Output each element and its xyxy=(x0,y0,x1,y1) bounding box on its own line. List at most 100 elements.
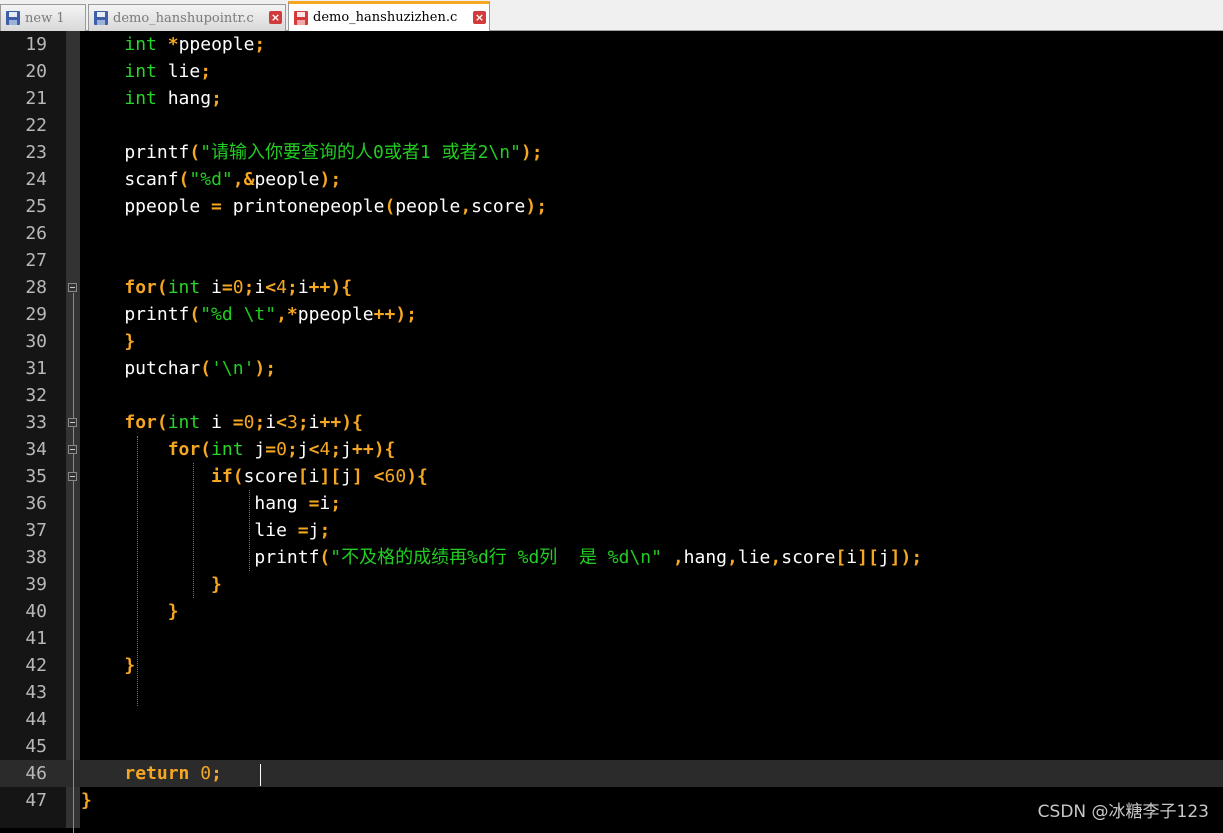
code-token: = xyxy=(297,520,309,541)
code-line[interactable]: 21 int hang; xyxy=(0,85,1223,112)
line-number: 39 xyxy=(25,574,47,595)
code-token: [ xyxy=(835,547,847,568)
code-token: } xyxy=(81,790,92,811)
fold-toggle-icon[interactable] xyxy=(68,472,77,481)
code-token: ( xyxy=(232,466,244,487)
code-line[interactable]: 38 printf("不及格的成绩再%d行 %d列 是 %d\n" ,hang,… xyxy=(0,544,1223,571)
code-editor[interactable]: 19 int *ppeople; 20 int lie; 21 int hang; 2… xyxy=(0,31,1223,833)
code-token: ) xyxy=(341,412,353,433)
code-line[interactable]: 25 ppeople = printonepeople(people,score… xyxy=(0,193,1223,220)
code-token: j xyxy=(308,520,320,541)
code-line[interactable]: 32 xyxy=(0,382,1223,409)
code-token: [ xyxy=(867,547,879,568)
code-token: ; xyxy=(200,61,212,82)
code-line[interactable]: 45 xyxy=(0,733,1223,760)
code-token: j xyxy=(297,439,309,460)
code-token: ) xyxy=(254,358,266,379)
line-number: 29 xyxy=(25,304,47,325)
code-text: printf("不及格的成绩再%d行 %d列 是 %d\n" ,hang,lie… xyxy=(81,544,922,571)
code-line[interactable]: 27 xyxy=(0,247,1223,274)
code-token: ( xyxy=(384,196,396,217)
code-line[interactable]: 36 hang =i; xyxy=(0,490,1223,517)
code-token: ] xyxy=(857,547,868,568)
code-text: return 0; xyxy=(81,760,222,787)
code-token: } xyxy=(124,331,136,352)
tab-demo-hanshupointr[interactable]: demo_hanshupointr.c × xyxy=(88,4,286,31)
code-token: 0 xyxy=(232,277,244,298)
close-icon[interactable]: × xyxy=(473,10,486,24)
floppy-disk-icon xyxy=(5,10,21,26)
code-token: = xyxy=(221,277,233,298)
code-token: = xyxy=(232,412,244,433)
code-line[interactable]: 41 xyxy=(0,625,1223,652)
fold-toggle-icon[interactable] xyxy=(68,445,77,454)
line-number: 30 xyxy=(25,331,47,352)
code-line[interactable]: 24 scanf("%d",&people); xyxy=(0,166,1223,193)
code-token: printf xyxy=(81,547,320,568)
code-token: 4 xyxy=(319,439,331,460)
tab-new-1[interactable]: new 1 xyxy=(0,4,86,31)
code-token: ; xyxy=(254,412,266,433)
code-token: people xyxy=(254,169,320,190)
floppy-disk-icon xyxy=(93,10,109,26)
code-token: int xyxy=(124,61,157,82)
code-line[interactable]: 20 int lie; xyxy=(0,58,1223,85)
code-token: ) xyxy=(900,547,912,568)
code-line[interactable]: 28 for(int i=0;i<4;i++){ xyxy=(0,274,1223,301)
code-line[interactable]: 33 for(int i =0;i<3;i++){ xyxy=(0,409,1223,436)
code-token: ) xyxy=(319,169,331,190)
code-token: for xyxy=(167,439,201,460)
code-token: ) xyxy=(330,277,342,298)
code-line[interactable]: 22 xyxy=(0,112,1223,139)
fold-toggle-icon[interactable] xyxy=(68,418,77,427)
code-token: ; xyxy=(286,439,298,460)
code-line[interactable]: 37 lie =j; xyxy=(0,517,1223,544)
code-token: ( xyxy=(200,358,212,379)
code-line[interactable]: 39 } xyxy=(0,571,1223,598)
code-line[interactable]: 29 printf("%d \t",*ppeople++); xyxy=(0,301,1223,328)
code-line[interactable]: 35 if(score[i][j] <60){ xyxy=(0,463,1223,490)
code-token: , xyxy=(276,304,287,325)
code-line[interactable]: 42 } xyxy=(0,652,1223,679)
code-token: ; xyxy=(330,169,342,190)
code-token: ( xyxy=(319,547,331,568)
code-token: , xyxy=(770,547,782,568)
code-token: ppeople xyxy=(81,196,212,217)
code-token: { xyxy=(341,277,353,298)
code-token: ; xyxy=(536,196,548,217)
code-token: i xyxy=(308,412,320,433)
code-token: = xyxy=(308,493,320,514)
code-token: int xyxy=(167,412,201,433)
code-token: ++ xyxy=(319,412,342,433)
code-token: people xyxy=(395,196,461,217)
code-line[interactable]: 26 xyxy=(0,220,1223,247)
code-line[interactable]: 31 putchar('\n'); xyxy=(0,355,1223,382)
tab-demo-hanshuzizhen[interactable]: demo_hanshuzizhen.c × xyxy=(288,1,490,31)
line-number: 20 xyxy=(25,61,47,82)
code-text: } xyxy=(81,328,135,355)
indent-guide xyxy=(137,436,138,706)
code-line[interactable]: 19 int *ppeople; xyxy=(0,31,1223,58)
code-line[interactable]: 23 printf("请输入你要查询的人0或者1 或者2\n"); xyxy=(0,139,1223,166)
code-line[interactable]: 46 return 0; xyxy=(0,760,1223,787)
line-number: 25 xyxy=(25,196,47,217)
code-token: } xyxy=(211,574,222,595)
code-line[interactable]: 34 for(int j=0;j<4;j++){ xyxy=(0,436,1223,463)
code-token: ] xyxy=(319,466,331,487)
code-token: ) xyxy=(373,439,385,460)
code-token: ; xyxy=(406,304,417,325)
close-icon[interactable]: × xyxy=(269,11,282,24)
code-line[interactable]: 30 } xyxy=(0,328,1223,355)
code-token: ; xyxy=(330,493,342,514)
fold-toggle-icon[interactable] xyxy=(68,283,77,292)
code-line[interactable]: 40 } xyxy=(0,598,1223,625)
text-caret xyxy=(260,764,261,786)
code-line[interactable]: 43 xyxy=(0,679,1223,706)
code-token: < xyxy=(265,277,277,298)
code-line[interactable]: 44 xyxy=(0,706,1223,733)
